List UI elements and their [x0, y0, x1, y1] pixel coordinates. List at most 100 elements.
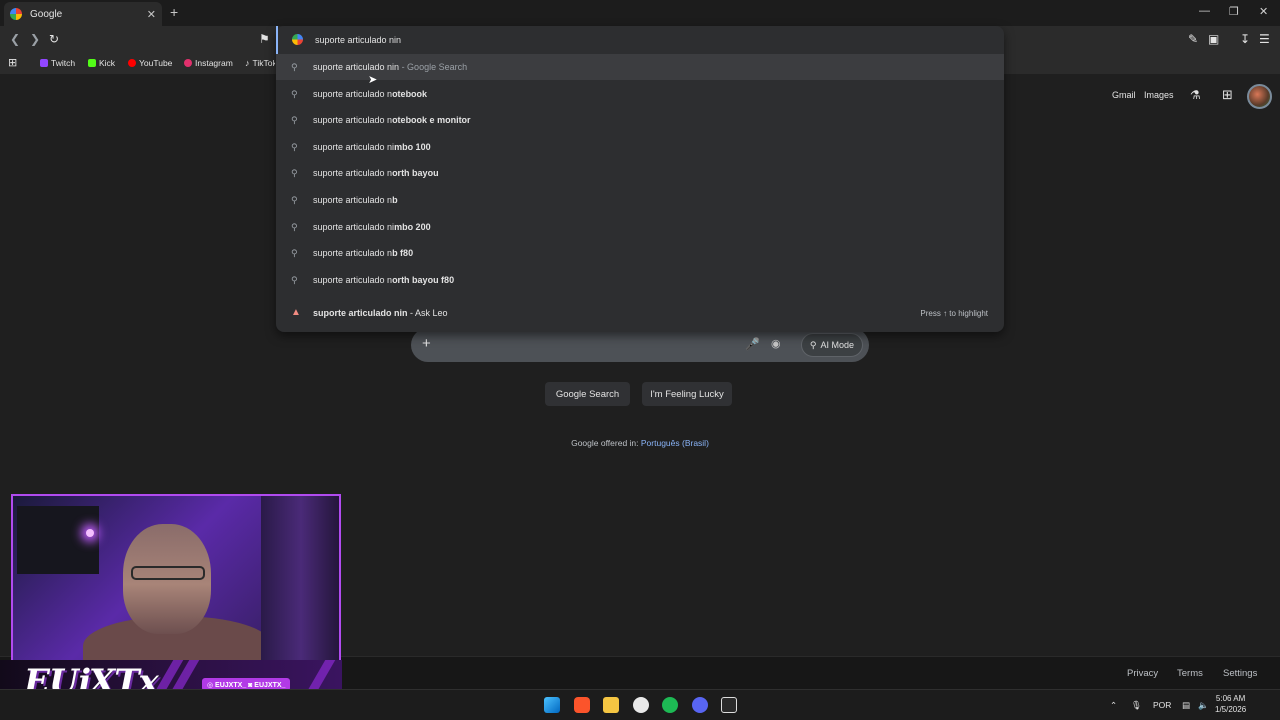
suggestion-item[interactable]: ⚲ suporte articulado notebook e monitor — [276, 107, 1004, 133]
tab-google[interactable]: Google ✕ — [4, 2, 162, 26]
suggestion-label: suporte articulado north bayou — [313, 168, 439, 178]
privacy-link[interactable]: Privacy — [1127, 668, 1158, 679]
gmail-link[interactable]: Gmail — [1112, 90, 1136, 100]
address-bar[interactable]: suporte articulado nin — [276, 26, 1004, 54]
plus-icon[interactable]: + — [422, 335, 431, 352]
sidebar-icon[interactable]: ▣ — [1208, 32, 1219, 46]
suggestion-completion: mbo 200 — [394, 221, 431, 232]
ai-mode-label: AI Mode — [820, 340, 854, 350]
suggestion-label: suporte articulado north bayou f80 — [313, 275, 454, 285]
forward-icon[interactable]: ❯ — [30, 32, 40, 46]
images-link[interactable]: Images — [1144, 90, 1174, 100]
file-explorer-icon[interactable] — [603, 697, 619, 713]
webcam-background-monitor — [17, 506, 99, 574]
google-search-button[interactable]: Google Search — [545, 382, 630, 406]
restore-button[interactable]: ❐ — [1229, 5, 1239, 18]
suggestion-item[interactable]: ⚲ suporte articulado nimbo 100 — [276, 134, 1004, 160]
search-icon: ⚲ — [291, 141, 298, 152]
suggestion-completion: mbo 100 — [394, 141, 431, 152]
suggestion-item[interactable]: ⚲ suporte articulado nb f80 — [276, 240, 1004, 266]
spotify-icon[interactable] — [662, 697, 678, 713]
screen: { "tab": { "title": "Google", "close": "… — [0, 0, 1280, 720]
menu-icon[interactable]: ☰ — [1259, 32, 1270, 46]
suggestion-completion: otebook e monitor — [392, 115, 471, 126]
suggestion-prefix: suporte articulado n — [313, 115, 393, 126]
suggestion-label: suporte articulado nin - Google Search — [313, 62, 467, 72]
language-offer: Google offered in: Português (Brasil) — [0, 438, 1280, 448]
suggestion-label: suporte articulado notebook — [313, 89, 427, 99]
clock[interactable]: 5:06 AM 1/5/2026 — [1215, 693, 1246, 715]
apps-grid-icon[interactable]: ⊞ — [8, 56, 17, 69]
search-icon: ⚲ — [291, 115, 298, 126]
bookmark-label: Instagram — [195, 58, 233, 68]
terms-link[interactable]: Terms — [1177, 668, 1203, 679]
discord-icon[interactable] — [692, 697, 708, 713]
minimize-button[interactable]: — — [1199, 5, 1210, 17]
address-input[interactable]: suporte articulado nin — [315, 35, 401, 45]
bookmark-youtube[interactable]: YouTube — [128, 58, 172, 68]
labs-flask-icon[interactable]: ⚗ — [1190, 88, 1201, 102]
suggestion-item[interactable]: ⚲ suporte articulado nb — [276, 187, 1004, 213]
bookmark-tiktok[interactable]: ♪ TikTok — [245, 58, 275, 68]
suggestion-prefix: suporte articulado n — [313, 168, 393, 179]
clock-time: 5:06 AM — [1215, 694, 1246, 703]
search-icon: ⚲ — [291, 195, 298, 205]
suggestion-prefix: suporte articulado n — [313, 88, 393, 99]
windows-start-icon[interactable] — [544, 697, 560, 713]
suggestion-suffix: - Google Search — [399, 62, 468, 72]
suggestion-completion: orth bayou f80 — [392, 274, 455, 285]
suggestion-label: suporte articulado nimbo 200 — [313, 222, 431, 232]
suggestion-item[interactable]: ⚲ suporte articulado north bayou f80 — [276, 267, 1004, 293]
new-tab-button[interactable]: + — [170, 4, 178, 20]
suggestion-item[interactable]: ⚲ suporte articulado notebook — [276, 81, 1004, 107]
lens-camera-icon[interactable]: ◉ — [771, 337, 781, 350]
apps-grid-icon[interactable]: ⊞ — [1222, 87, 1233, 103]
ask-query: suporte articulado nin — [313, 308, 408, 318]
suggestion-item[interactable]: ⚲ suporte articulado nimbo 200 — [276, 214, 1004, 240]
brave-browser-icon[interactable] — [574, 697, 590, 713]
search-icon: ⚲ — [291, 62, 298, 72]
extensions-icon[interactable]: ✎ — [1188, 32, 1198, 46]
suggestion-completion: b — [392, 195, 398, 205]
ai-mode-button[interactable]: ⚲ AI Mode — [800, 333, 863, 357]
window-close-button[interactable]: ✕ — [1259, 5, 1268, 18]
language-link[interactable]: Português (Brasil) — [641, 438, 709, 448]
youtube-icon — [128, 59, 136, 67]
search-sparkle-icon: ⚲ — [809, 339, 817, 350]
ask-suffix: - Ask Leo — [407, 308, 448, 318]
download-icon[interactable]: ↧ — [1240, 32, 1250, 46]
bookmark-icon[interactable]: ⚑ — [259, 32, 270, 46]
search-box[interactable]: + 🎤 ◉ ⚲ AI Mode — [411, 328, 869, 362]
suggestion-prefix: suporte articulado n — [313, 195, 393, 205]
suggestion-prefix: suporte articulado ni — [313, 141, 395, 152]
network-icon[interactable]: ▤ — [1182, 700, 1190, 711]
reload-icon[interactable]: ↻ — [49, 32, 59, 46]
bookmark-instagram[interactable]: Instagram — [184, 58, 233, 68]
keyboard-language[interactable]: POR — [1153, 700, 1171, 710]
back-icon[interactable]: ❮ — [10, 32, 20, 46]
offered-text: Google offered in: — [571, 438, 641, 448]
settings-link[interactable]: Settings — [1223, 668, 1257, 679]
bookmark-kick[interactable]: Kick — [88, 58, 115, 68]
suggestion-completion: orth bayou — [392, 168, 439, 179]
title-bar: Google ✕ + — ❐ ✕ — [0, 0, 1280, 26]
epic-games-icon[interactable] — [721, 697, 737, 713]
mic-icon[interactable]: 🎤 — [745, 337, 760, 351]
obs-icon[interactable] — [633, 697, 649, 713]
suggestion-item[interactable]: ⚲ suporte articulado north bayou — [276, 160, 1004, 186]
tray-chevron-icon[interactable]: ⌃ — [1110, 700, 1117, 711]
instagram-icon — [184, 59, 192, 67]
webcam-overlay — [11, 494, 341, 662]
twitch-icon — [40, 59, 48, 67]
bookmark-twitch[interactable]: Twitch — [40, 58, 75, 68]
tab-close-icon[interactable]: ✕ — [147, 8, 156, 21]
ask-leo-suggestion[interactable]: ▲ suporte articulado nin - Ask Leo Press… — [276, 300, 1004, 326]
bookmark-label: Kick — [99, 58, 116, 68]
volume-icon[interactable]: 🔈 — [1198, 700, 1209, 711]
microphone-icon[interactable]: 🎙 — [1131, 700, 1142, 711]
bookmark-label: Twitch — [51, 58, 76, 68]
avatar[interactable] — [1247, 84, 1272, 109]
feeling-lucky-button[interactable]: I'm Feeling Lucky — [642, 382, 732, 406]
suggestion-label: suporte articulado notebook e monitor — [313, 115, 471, 125]
suggestion-item[interactable]: ⚲ suporte articulado nin - Google Search — [276, 54, 1004, 80]
